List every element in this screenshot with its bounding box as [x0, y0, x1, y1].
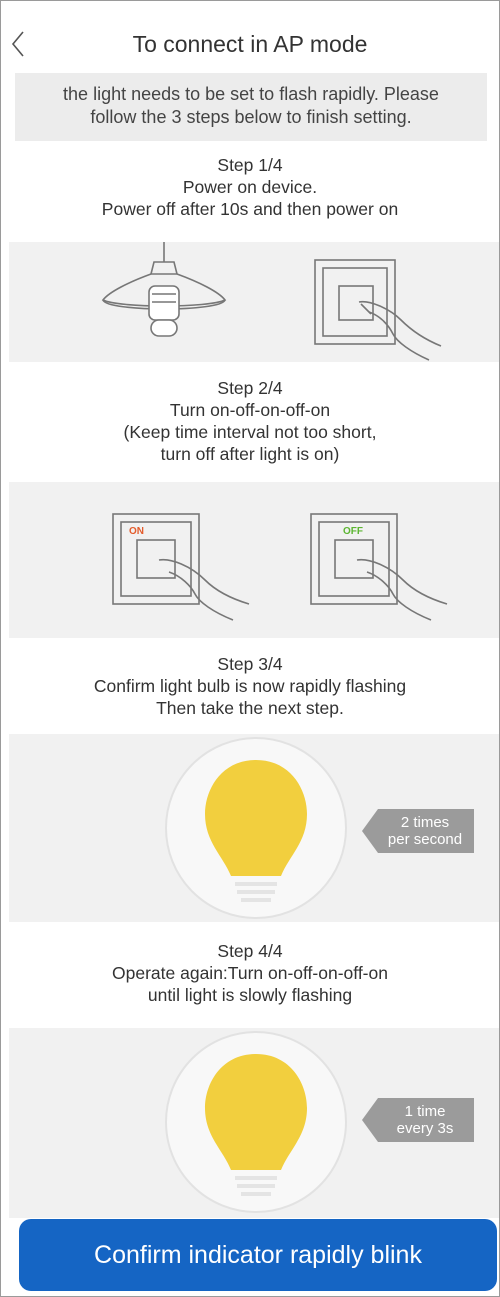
step-1-line: Power off after 10s and then power on: [101, 199, 399, 219]
notice-banner: the light needs to be set to flash rapid…: [15, 73, 487, 141]
step-2-line: Turn on-off-on-off-on: [169, 400, 331, 420]
pendant-lamp-icon: [101, 242, 227, 337]
step-2-line: (Keep time interval not too short,: [123, 422, 377, 442]
callout-line: 2 times: [400, 814, 450, 831]
step-1-text: Step 1/4 Power on device. Power off afte…: [1, 154, 499, 220]
step-3-illustration: 2 times per second: [9, 734, 499, 922]
step-1-title: Step 1/4: [217, 155, 283, 175]
step-2-title: Step 2/4: [217, 378, 283, 398]
step-4-line: until light is slowly flashing: [147, 985, 353, 1005]
flash-rate-callout: 1 time every 3s: [362, 1098, 474, 1142]
switch-on-label: ON: [129, 526, 144, 537]
step-3-text: Step 3/4 Confirm light bulb is now rapid…: [1, 653, 499, 719]
callout-line: per second: [387, 831, 463, 848]
flash-rate-callout: 2 times per second: [362, 809, 474, 853]
confirm-indicator-button[interactable]: Confirm indicator rapidly blink: [19, 1219, 497, 1291]
step-3-line: Confirm light bulb is now rapidly flashi…: [93, 676, 407, 696]
step-4-line: Operate again:Turn on-off-on-off-on: [112, 963, 388, 983]
hand-switch-icon: [314, 259, 442, 361]
callout-line: 1 time: [404, 1103, 446, 1120]
step-4-text: Step 4/4 Operate again:Turn on-off-on-of…: [1, 940, 499, 1006]
step-2-illustration: ON OFF: [9, 482, 499, 638]
page-title: To connect in AP mode: [132, 31, 368, 57]
step-1-line: Power on device.: [182, 177, 318, 197]
step-3-title: Step 3/4: [217, 654, 283, 674]
step-1-illustration: [9, 242, 499, 362]
callout-line: every 3s: [396, 1120, 454, 1137]
switch-off-icon: [310, 513, 448, 621]
notice-line: the light needs to be set to flash rapid…: [63, 84, 439, 104]
step-2-line: turn off after light is on): [160, 444, 340, 464]
step-3-line: Then take the next step.: [156, 698, 344, 718]
app-screen: To connect in AP mode the light needs to…: [0, 0, 500, 1297]
step-4-illustration: 1 time every 3s: [9, 1028, 499, 1218]
step-2-text: Step 2/4 Turn on-off-on-off-on (Keep tim…: [1, 377, 499, 465]
step-4-title: Step 4/4: [217, 941, 283, 961]
notice-line: follow the 3 steps below to finish setti…: [90, 107, 412, 127]
switch-off-label: OFF: [343, 526, 363, 537]
